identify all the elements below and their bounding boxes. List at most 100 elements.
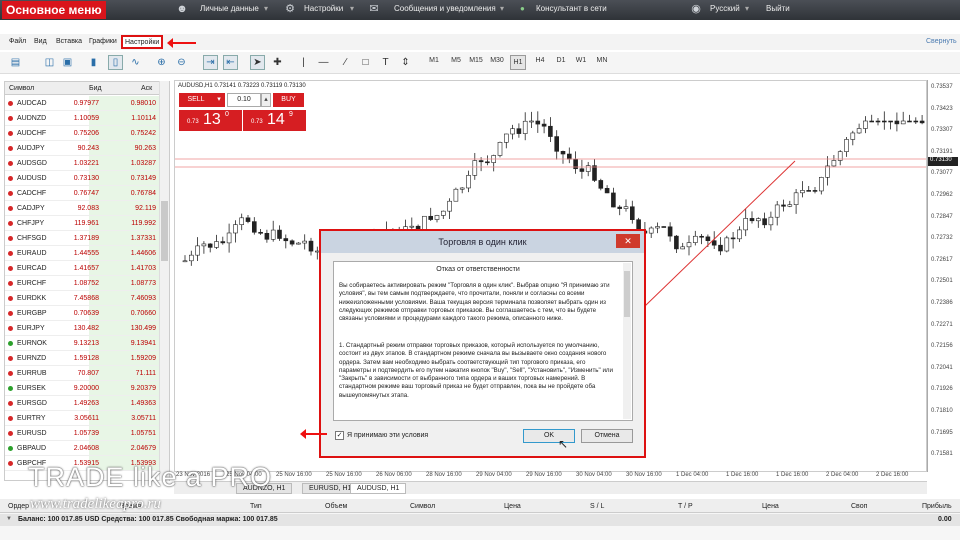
y-tick-label: 0.72156 — [931, 343, 953, 350]
exit-link[interactable]: Выйти — [766, 4, 790, 13]
horizontal-line-icon[interactable]: — — [316, 55, 331, 70]
list-item[interactable]: EURUSD 1.05739 1.05751 — [5, 426, 159, 441]
col-volume[interactable]: Объем — [325, 503, 347, 510]
close-icon[interactable]: ✕ — [616, 234, 640, 248]
timeframe-d1[interactable]: D1 — [553, 57, 569, 64]
sell-menu-icon[interactable]: ▾ — [213, 93, 225, 107]
open-folder-icon[interactable]: ◫ — [42, 55, 57, 70]
timeframe-m5[interactable]: M5 — [448, 57, 464, 64]
list-item[interactable]: AUDNZD 1.10059 1.10114 — [5, 111, 159, 126]
accept-checkbox[interactable]: ✓ — [335, 431, 344, 440]
autoscroll-icon[interactable]: ⇥ — [203, 55, 218, 70]
chart-shift-icon[interactable]: ⇤ — [223, 55, 238, 70]
personal-data-link[interactable]: Личные данные — [200, 4, 259, 13]
market-watch-scrollbar[interactable] — [159, 81, 169, 481]
menu-settings[interactable]: Настройки — [121, 35, 164, 49]
symbol-name: EURDKK — [17, 295, 47, 302]
menu-charts[interactable]: Графики — [89, 38, 117, 45]
list-item[interactable]: EURRUB 70.807 71.111 — [5, 366, 159, 381]
language-selector[interactable]: Русский — [710, 4, 740, 13]
timeframe-w1[interactable]: W1 — [573, 57, 589, 64]
col-type[interactable]: Тип — [250, 503, 262, 510]
list-item[interactable]: AUDCAD 0.97977 0.98010 — [5, 96, 159, 111]
col-tp[interactable]: T / P — [678, 503, 693, 510]
symbol-name: EURNOK — [17, 340, 47, 347]
line-chart-icon[interactable]: ∿ — [128, 55, 143, 70]
accept-label[interactable]: Я принимаю эти условия — [347, 432, 428, 439]
list-item[interactable]: EURJPY 130.482 130.499 — [5, 321, 159, 336]
timeframe-m30[interactable]: M30 — [489, 57, 505, 64]
ask-price: 3.05711 — [131, 415, 156, 422]
timeframe-mn[interactable]: MN — [594, 57, 610, 64]
lot-size-input[interactable]: 0.10 — [227, 93, 261, 107]
main-menu-brand[interactable]: Основное меню — [2, 1, 106, 19]
bid-column-header[interactable]: Бид — [89, 85, 102, 92]
collapse-link[interactable]: Свернуть — [926, 38, 957, 45]
timeframe-h1[interactable]: H1 — [510, 55, 526, 70]
sell-price-box[interactable]: 0.73 13 0 — [179, 110, 242, 131]
candle-body — [459, 187, 465, 190]
arrows-icon[interactable]: ⇕ — [398, 55, 413, 70]
settings-link[interactable]: Настройки — [304, 4, 343, 13]
list-item[interactable]: EURCAD 1.41657 1.41703 — [5, 261, 159, 276]
col-sl[interactable]: S / L — [590, 503, 604, 510]
menu-file[interactable]: Файл — [9, 38, 26, 45]
consultant-link[interactable]: Консультант в сети — [536, 4, 607, 13]
candlestick-icon[interactable]: ▯ — [108, 55, 123, 70]
col-swap[interactable]: Своп — [851, 503, 867, 510]
new-chart-icon[interactable]: ▤ — [8, 55, 23, 70]
zoom-out-icon[interactable]: ⊖ — [174, 55, 189, 70]
list-item[interactable]: AUDCHF 0.75206 0.75242 — [5, 126, 159, 141]
list-item[interactable]: EURSGD 1.49263 1.49363 — [5, 396, 159, 411]
list-item[interactable]: EURDKK 7.45868 7.46093 — [5, 291, 159, 306]
list-item[interactable]: AUDSGD 1.03221 1.03287 — [5, 156, 159, 171]
list-item[interactable]: AUDUSD 0.73130 0.73149 — [5, 171, 159, 186]
list-item[interactable]: EURNZD 1.59128 1.59209 — [5, 351, 159, 366]
messages-link[interactable]: Сообщения и уведомления — [394, 4, 496, 13]
candle-body — [220, 241, 226, 244]
col-symbol[interactable]: Символ — [410, 503, 435, 510]
disclaimer-heading: Отказ от ответственности — [436, 266, 520, 273]
candle-body — [774, 204, 780, 218]
list-item[interactable]: CADJPY 92.083 92.119 — [5, 201, 159, 216]
col-price-current[interactable]: Цена — [762, 503, 779, 510]
trendline-icon[interactable]: ∕ — [338, 55, 353, 70]
cancel-button[interactable]: Отмена — [581, 429, 633, 443]
lot-up-icon[interactable]: ▴ — [261, 93, 271, 107]
direction-dot-icon — [8, 311, 13, 316]
col-price[interactable]: Цена — [504, 503, 521, 510]
text-icon[interactable]: T — [378, 55, 393, 70]
crosshair-icon[interactable]: ✚ — [270, 55, 285, 70]
col-profit[interactable]: Прибыль — [922, 503, 952, 510]
timeframe-m15[interactable]: M15 — [468, 57, 484, 64]
vertical-line-icon[interactable]: | — [296, 55, 311, 70]
bar-chart-icon[interactable]: ▮ — [86, 55, 101, 70]
tab-audusd[interactable]: AUDUSD, H1 — [350, 483, 407, 494]
symbol-column-header[interactable]: Символ — [9, 85, 34, 92]
list-item[interactable]: CADCHF 0.76747 0.76784 — [5, 186, 159, 201]
list-item[interactable]: EURNOK 9.13213 9.13941 — [5, 336, 159, 351]
list-item[interactable]: CHFJPY 119.961 119.992 — [5, 216, 159, 231]
menu-insert[interactable]: Вставка — [56, 38, 82, 45]
list-item[interactable]: EURTRY 3.05611 3.05711 — [5, 411, 159, 426]
menu-view[interactable]: Вид — [34, 38, 47, 45]
list-item[interactable]: EURSEK 9.20000 9.20379 — [5, 381, 159, 396]
list-item[interactable]: EURGBP 0.70639 0.70660 — [5, 306, 159, 321]
cursor-icon[interactable]: ➤ — [250, 55, 265, 70]
sell-button[interactable]: SELL — [179, 93, 213, 107]
timeframe-m1[interactable]: M1 — [426, 57, 442, 64]
list-item[interactable]: EURAUD 1.44555 1.44606 — [5, 246, 159, 261]
list-item[interactable]: AUDJPY 90.243 90.263 — [5, 141, 159, 156]
list-item[interactable]: GBPAUD 2.04608 2.04679 — [5, 441, 159, 456]
list-item[interactable]: EURCHF 1.08752 1.08773 — [5, 276, 159, 291]
templates-icon[interactable]: ▣ — [60, 55, 75, 70]
text-label-icon[interactable]: □ — [358, 55, 373, 70]
buy-button[interactable]: BUY — [273, 93, 304, 107]
buy-price-box[interactable]: 0.73 14 9 — [243, 110, 306, 131]
list-item[interactable]: CHFSGD 1.37189 1.37331 — [5, 231, 159, 246]
disclaimer-scrollbar[interactable] — [623, 263, 631, 419]
col-order[interactable]: Ордер — [8, 503, 29, 510]
ask-column-header[interactable]: Аск — [141, 85, 152, 92]
zoom-in-icon[interactable]: ⊕ — [154, 55, 169, 70]
timeframe-h4[interactable]: H4 — [532, 57, 548, 64]
